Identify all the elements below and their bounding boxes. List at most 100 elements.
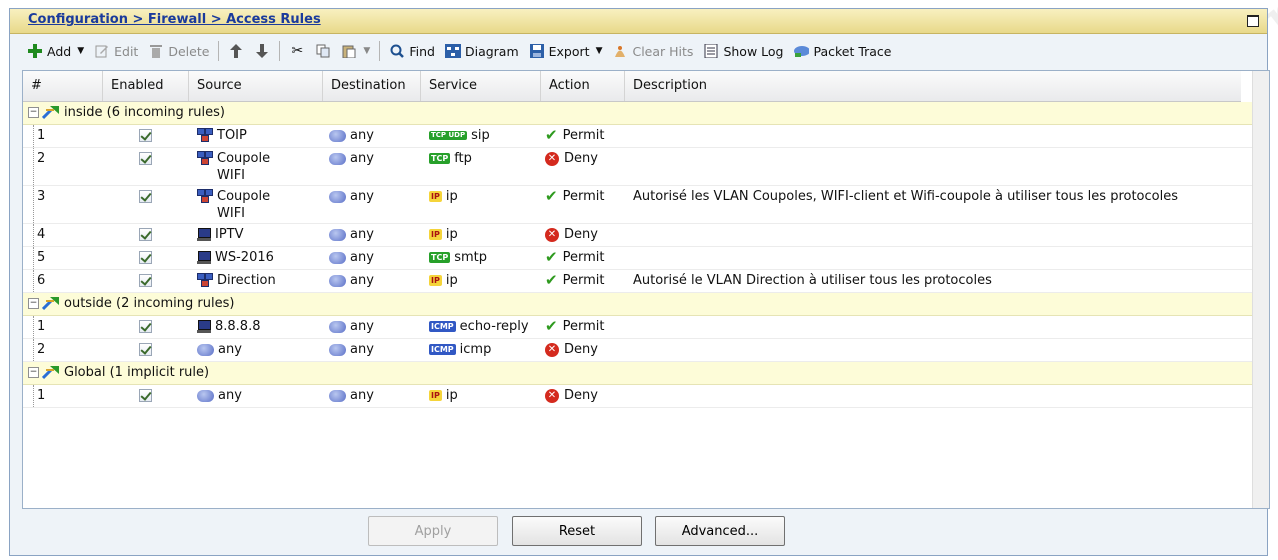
enabled-checkbox[interactable]	[139, 190, 152, 203]
table-row[interactable]: 1 TOIP any TCP UDP sip ✔ Permit	[23, 125, 1253, 148]
table-row[interactable]: 1 8.8.8.8 any ICMP echo-reply ✔ Permit	[23, 316, 1253, 339]
source-name: Coupole	[217, 189, 271, 204]
collapse-toggle-icon[interactable]: −	[28, 367, 39, 378]
chevron-down-icon: ▼	[595, 46, 603, 56]
service-ip-icon: IP	[429, 191, 442, 202]
service-ip-icon: IP	[429, 390, 442, 401]
any-network-icon	[329, 275, 346, 287]
action-label: Deny	[564, 151, 598, 166]
enabled-checkbox[interactable]	[139, 389, 152, 402]
column-header-destination[interactable]: Destination	[323, 71, 421, 101]
enabled-checkbox[interactable]	[139, 251, 152, 264]
edit-button[interactable]: Edit	[89, 39, 143, 63]
source-lines: any	[218, 341, 242, 358]
destination-name: any	[350, 189, 374, 204]
reset-button[interactable]: Reset	[512, 516, 642, 546]
table-row[interactable]: 6 Direction any IP ip ✔ Permit Autorisé le VLAN…	[23, 270, 1253, 293]
diagram-button[interactable]: Diagram	[440, 39, 524, 63]
table-row[interactable]: 4 IPTV any IP ip ✕ Deny	[23, 224, 1253, 247]
collapse-toggle-icon[interactable]: −	[28, 298, 39, 309]
source-name: WIFI	[217, 206, 245, 221]
tree-line	[33, 270, 34, 292]
advanced-button[interactable]: Advanced...	[655, 516, 785, 546]
move-up-button[interactable]	[223, 39, 249, 63]
description-cell: Autorisé le VLAN Direction à utiliser to…	[633, 273, 992, 288]
table-row[interactable]: 1 any any IP ip ✕ Deny	[23, 385, 1253, 408]
rule-group-header[interactable]: − Global (1 implicit rule)	[23, 362, 1253, 385]
copy-button[interactable]	[310, 39, 336, 63]
action-cell: ✕ Deny	[545, 342, 598, 357]
delete-button[interactable]: Delete	[143, 39, 214, 63]
enabled-checkbox[interactable]	[139, 152, 152, 165]
vertical-scrollbar[interactable]	[1252, 71, 1269, 508]
diagram-label: Diagram	[464, 43, 519, 59]
rule-group-label: outside (2 incoming rules)	[64, 296, 235, 311]
cut-button[interactable]: ✂	[284, 39, 310, 63]
service-name: ip	[445, 273, 458, 288]
collapse-toggle-icon[interactable]: −	[28, 107, 39, 118]
any-network-icon	[329, 130, 346, 142]
enabled-checkbox[interactable]	[139, 274, 152, 287]
enabled-checkbox[interactable]	[139, 129, 152, 142]
column-header-description[interactable]: Description	[625, 71, 1241, 101]
any-network-icon	[329, 321, 346, 333]
column-header-action[interactable]: Action	[541, 71, 625, 101]
deny-icon: ✕	[545, 151, 559, 166]
clear-hits-button[interactable]: Clear Hits	[607, 39, 698, 63]
destination-cell: any	[329, 341, 374, 358]
service-cell: TCP UDP sip	[429, 128, 490, 143]
maximize-icon[interactable]	[1247, 15, 1259, 27]
source-name: Direction	[217, 273, 276, 288]
column-header-service[interactable]: Service	[421, 71, 541, 101]
column-header-enabled[interactable]: Enabled	[103, 71, 189, 101]
move-down-button[interactable]	[249, 39, 275, 63]
rule-number: 2	[37, 151, 46, 166]
destination-cell: any	[329, 249, 374, 266]
source-name: IPTV	[215, 227, 244, 242]
action-cell: ✔ Permit	[545, 128, 604, 144]
breadcrumb[interactable]: Configuration > Firewall > Access Rules	[28, 12, 321, 27]
source-lines: 8.8.8.8	[215, 318, 260, 335]
save-icon	[529, 43, 545, 59]
packet-trace-label: Packet Trace	[813, 43, 892, 59]
table-row[interactable]: 2 any any ICMP icmp ✕ Deny	[23, 339, 1253, 362]
column-header-number[interactable]: #	[23, 71, 103, 101]
network-object-icon	[197, 189, 213, 203]
rule-group-header[interactable]: − outside (2 incoming rules)	[23, 293, 1253, 316]
enabled-checkbox[interactable]	[139, 320, 152, 333]
packet-trace-button[interactable]: Packet Trace	[788, 39, 896, 63]
table-header: # Enabled Source Destination Service Act…	[23, 71, 1241, 102]
enabled-checkbox[interactable]	[139, 343, 152, 356]
destination-cell: any	[329, 150, 374, 167]
source-lines: Coupole WIFI	[217, 150, 270, 184]
rule-number: 6	[37, 273, 46, 288]
export-button[interactable]: Export ▼	[524, 39, 608, 63]
service-name: ip	[445, 388, 458, 403]
enabled-checkbox[interactable]	[139, 228, 152, 241]
source-lines: Coupole WIFI	[217, 188, 270, 222]
table-row[interactable]: 2 Coupole WIFI any TCP ftp ✕ Deny	[23, 148, 1253, 186]
source-cell: Coupole WIFI	[197, 150, 270, 184]
source-lines: any	[218, 387, 242, 404]
toolbar: Add ▼ Edit Delete ✂ ▼ Find Diagram Expor…	[10, 34, 1267, 68]
any-network-icon	[197, 390, 214, 402]
add-button[interactable]: Add ▼	[22, 39, 89, 63]
source-cell: IPTV	[197, 226, 244, 243]
column-header-source[interactable]: Source	[189, 71, 323, 101]
show-log-button[interactable]: Show Log	[698, 39, 788, 63]
export-label: Export	[548, 43, 590, 59]
deny-icon: ✕	[545, 388, 559, 403]
paste-button[interactable]: ▼	[336, 39, 375, 63]
service-tcpudp-icon: TCP UDP	[429, 131, 468, 140]
rule-group-header[interactable]: − inside (6 incoming rules)	[23, 102, 1253, 125]
apply-button[interactable]: Apply	[368, 516, 498, 546]
find-label: Find	[409, 43, 435, 59]
checkmark-icon: ✔	[545, 248, 558, 266]
table-row[interactable]: 3 Coupole WIFI any IP ip ✔ Permit Autorisé les V…	[23, 186, 1253, 224]
find-button[interactable]: Find	[384, 39, 440, 63]
chevron-down-icon: ▼	[77, 46, 85, 56]
checkmark-icon: ✔	[545, 187, 558, 205]
table-row[interactable]: 5 WS-2016 any TCP smtp ✔ Permit	[23, 247, 1253, 270]
source-name: WS-2016	[215, 250, 274, 265]
destination-cell: any	[329, 127, 374, 144]
